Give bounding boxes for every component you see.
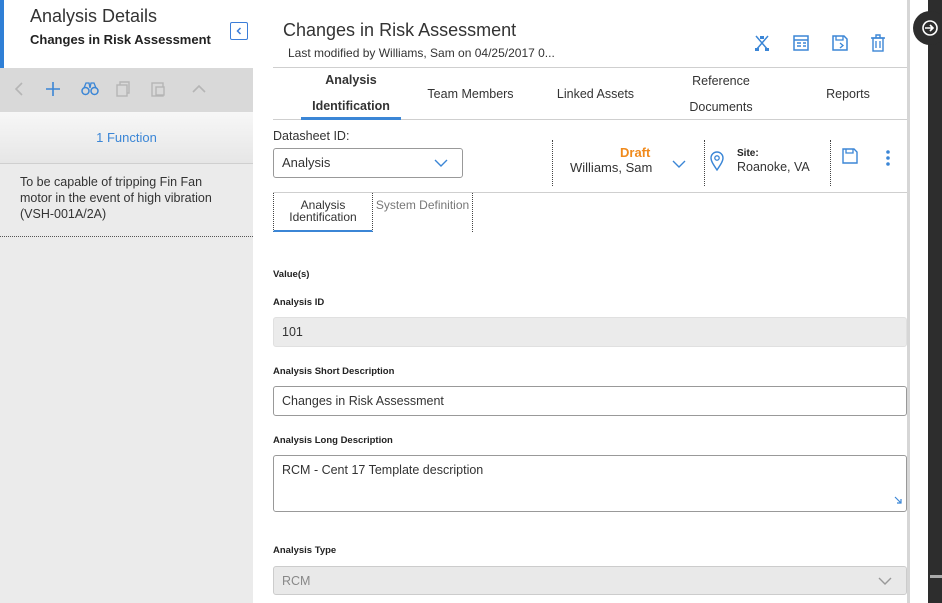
copy-icon[interactable] — [112, 78, 134, 100]
site-label: Site: — [737, 148, 759, 159]
tab-reference-documents[interactable]: Reference Documents — [671, 68, 771, 120]
main-panel: Changes in Risk Assessment Last modified… — [253, 0, 942, 603]
analysis-id-field: 101 — [273, 317, 907, 347]
subtab-system-definition[interactable]: System Definition — [373, 193, 473, 232]
datasheet-value: Analysis — [282, 155, 331, 170]
analysis-type-label: Analysis Type — [273, 545, 337, 556]
state-owner: Williams, Sam — [570, 160, 653, 175]
left-panel-subtitle: Changes in Risk Assessment — [30, 32, 211, 47]
collapse-up-icon[interactable] — [188, 78, 210, 100]
location-pin-icon — [710, 151, 724, 174]
values-label: Value(s) — [273, 269, 310, 280]
enter-icon[interactable] — [913, 11, 942, 45]
chevron-down-icon — [434, 156, 448, 171]
left-panel-title: Analysis Details — [30, 6, 158, 26]
left-panel: Analysis Details Changes in Risk Assessm… — [0, 0, 253, 603]
main-tabs: Analysis Identification Team Members Lin… — [273, 68, 907, 120]
delete-icon[interactable] — [867, 32, 889, 54]
right-rail-dark — [928, 0, 942, 603]
tab-team-members[interactable]: Team Members — [413, 68, 528, 120]
divider — [830, 140, 831, 186]
datasheet-select[interactable]: Analysis — [273, 148, 463, 178]
add-icon[interactable] — [42, 78, 64, 100]
save-icon[interactable] — [829, 32, 851, 54]
divider — [704, 140, 705, 186]
state-status: Draft — [620, 145, 651, 160]
datasheet-label: Datasheet ID: — [273, 129, 350, 143]
rail-scroll-thumb[interactable] — [930, 575, 942, 578]
site-value: Roanoke, VA — [737, 160, 810, 174]
function-header-label[interactable]: 1 Function — [96, 130, 157, 145]
left-toolbar — [0, 68, 253, 112]
state-selector[interactable]: Draft Williams, Sam — [560, 127, 697, 185]
short-description-input[interactable]: Changes in Risk Assessment — [273, 386, 907, 416]
function-item[interactable]: To be capable of tripping Fin Fan motor … — [0, 164, 253, 237]
chevron-down-icon — [878, 575, 892, 589]
subtab-analysis-identification[interactable]: Analysis Identification — [273, 193, 373, 232]
long-description-textarea[interactable]: RCM - Cent 17 Template description — [273, 455, 907, 512]
analysis-type-value: RCM — [282, 574, 311, 588]
tab-linked-assets[interactable]: Linked Assets — [543, 68, 648, 120]
resize-handle-icon[interactable] — [893, 494, 903, 508]
short-description-label: Analysis Short Description — [273, 366, 395, 377]
more-vertical-icon[interactable] — [885, 150, 891, 169]
long-description-value: RCM - Cent 17 Template description — [282, 463, 484, 477]
left-panel-header: Analysis Details Changes in Risk Assessm… — [0, 0, 253, 68]
tab-analysis-identification[interactable]: Analysis Identification — [301, 68, 401, 120]
divider — [552, 140, 553, 186]
report-icon[interactable] — [790, 32, 812, 54]
back-icon[interactable] — [8, 78, 30, 100]
paste-icon[interactable] — [147, 78, 169, 100]
chevron-down-icon — [672, 157, 686, 172]
save-icon[interactable] — [842, 148, 858, 167]
binoculars-icon[interactable] — [79, 78, 101, 100]
function-header[interactable]: 1 Function — [0, 112, 253, 164]
page-title: Changes in Risk Assessment — [283, 20, 517, 40]
tab-reports[interactable]: Reports — [803, 68, 893, 120]
analysis-type-select: RCM — [273, 566, 907, 595]
analysis-id-label: Analysis ID — [273, 297, 325, 308]
tree-icon[interactable] — [751, 32, 773, 54]
collapse-left-icon[interactable] — [230, 22, 248, 40]
long-description-label: Analysis Long Description — [273, 435, 393, 446]
last-modified-text: Last modified by Williams, Sam on 04/25/… — [288, 46, 555, 60]
